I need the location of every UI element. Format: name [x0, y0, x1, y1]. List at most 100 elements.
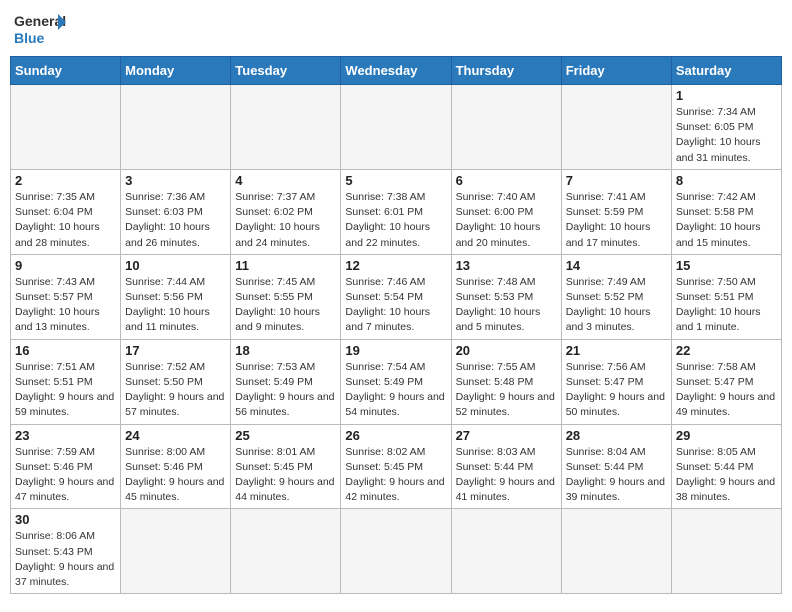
day-info: Sunrise: 8:05 AM Sunset: 5:44 PM Dayligh… — [676, 445, 777, 506]
calendar-day-cell: 22 Sunrise: 7:58 AM Sunset: 5:47 PM Dayli… — [671, 339, 781, 424]
day-number: 30 — [15, 512, 116, 527]
weekday-header-monday: Monday — [121, 57, 231, 85]
calendar-day-cell — [561, 509, 671, 594]
day-info: Sunrise: 7:56 AM Sunset: 5:47 PM Dayligh… — [566, 360, 667, 421]
calendar-day-cell: 12 Sunrise: 7:46 AM Sunset: 5:54 PM Dayli… — [341, 254, 451, 339]
calendar-day-cell: 30 Sunrise: 8:06 AM Sunset: 5:43 PM Dayli… — [11, 509, 121, 594]
day-info: Sunrise: 7:48 AM Sunset: 5:53 PM Dayligh… — [456, 275, 557, 336]
calendar-day-cell: 4Sunrise: 7:37 AM Sunset: 6:02 PM Daylig… — [231, 169, 341, 254]
day-number: 1 — [676, 88, 777, 103]
calendar-day-cell: 10Sunrise: 7:44 AM Sunset: 5:56 PM Dayli… — [121, 254, 231, 339]
day-info: Sunrise: 8:04 AM Sunset: 5:44 PM Dayligh… — [566, 445, 667, 506]
day-number: 25 — [235, 428, 336, 443]
calendar-day-cell: 20Sunrise: 7:55 AM Sunset: 5:48 PM Dayli… — [451, 339, 561, 424]
weekday-header-friday: Friday — [561, 57, 671, 85]
day-number: 20 — [456, 343, 557, 358]
day-number: 9 — [15, 258, 116, 273]
calendar-day-cell — [451, 509, 561, 594]
day-number: 29 — [676, 428, 777, 443]
calendar-day-cell — [671, 509, 781, 594]
day-number: 7 — [566, 173, 667, 188]
calendar-day-cell: 18 Sunrise: 7:53 AM Sunset: 5:49 PM Dayli… — [231, 339, 341, 424]
calendar-week-row: 9 Sunrise: 7:43 AM Sunset: 5:57 PM Daylig… — [11, 254, 782, 339]
weekday-header-thursday: Thursday — [451, 57, 561, 85]
day-number: 10 — [125, 258, 226, 273]
calendar-day-cell: 3 Sunrise: 7:36 AM Sunset: 6:03 PM Daylig… — [121, 169, 231, 254]
day-number: 16 — [15, 343, 116, 358]
calendar-day-cell — [451, 85, 561, 170]
logo: General Blue — [14, 10, 66, 48]
day-number: 5 — [345, 173, 446, 188]
calendar-day-cell: 19Sunrise: 7:54 AM Sunset: 5:49 PM Dayli… — [341, 339, 451, 424]
svg-text:Blue: Blue — [14, 30, 45, 46]
calendar-day-cell — [11, 85, 121, 170]
calendar-day-cell — [121, 509, 231, 594]
day-info: Sunrise: 7:52 AM Sunset: 5:50 PM Dayligh… — [125, 360, 226, 421]
calendar-week-row: 2Sunrise: 7:35 AM Sunset: 6:04 PM Daylig… — [11, 169, 782, 254]
logo-svg: General Blue — [14, 10, 66, 48]
calendar-day-cell: 5 Sunrise: 7:38 AM Sunset: 6:01 PM Daylig… — [341, 169, 451, 254]
day-number: 23 — [15, 428, 116, 443]
day-info: Sunrise: 8:06 AM Sunset: 5:43 PM Dayligh… — [15, 529, 116, 590]
day-number: 2 — [15, 173, 116, 188]
calendar-day-cell — [341, 509, 451, 594]
calendar-day-cell: 14 Sunrise: 7:49 AM Sunset: 5:52 PM Dayli… — [561, 254, 671, 339]
calendar-day-cell: 28Sunrise: 8:04 AM Sunset: 5:44 PM Dayli… — [561, 424, 671, 509]
calendar-day-cell: 16Sunrise: 7:51 AM Sunset: 5:51 PM Dayli… — [11, 339, 121, 424]
calendar-day-cell: 24Sunrise: 8:00 AM Sunset: 5:46 PM Dayli… — [121, 424, 231, 509]
weekday-header-sunday: Sunday — [11, 57, 121, 85]
day-info: Sunrise: 7:36 AM Sunset: 6:03 PM Dayligh… — [125, 190, 226, 251]
day-info: Sunrise: 7:54 AM Sunset: 5:49 PM Dayligh… — [345, 360, 446, 421]
day-number: 12 — [345, 258, 446, 273]
calendar-week-row: 23 Sunrise: 7:59 AM Sunset: 5:46 PM Dayli… — [11, 424, 782, 509]
calendar-day-cell: 7Sunrise: 7:41 AM Sunset: 5:59 PM Daylig… — [561, 169, 671, 254]
calendar-day-cell: 1 Sunrise: 7:34 AM Sunset: 6:05 PM Daylig… — [671, 85, 781, 170]
day-info: Sunrise: 7:45 AM Sunset: 5:55 PM Dayligh… — [235, 275, 336, 336]
calendar-day-cell: 27 Sunrise: 8:03 AM Sunset: 5:44 PM Dayli… — [451, 424, 561, 509]
weekday-header-wednesday: Wednesday — [341, 57, 451, 85]
calendar-day-cell: 6Sunrise: 7:40 AM Sunset: 6:00 PM Daylig… — [451, 169, 561, 254]
day-info: Sunrise: 7:38 AM Sunset: 6:01 PM Dayligh… — [345, 190, 446, 251]
calendar-day-cell — [231, 85, 341, 170]
day-number: 26 — [345, 428, 446, 443]
day-info: Sunrise: 7:58 AM Sunset: 5:47 PM Dayligh… — [676, 360, 777, 421]
calendar-day-cell: 8Sunrise: 7:42 AM Sunset: 5:58 PM Daylig… — [671, 169, 781, 254]
calendar-day-cell — [341, 85, 451, 170]
day-number: 24 — [125, 428, 226, 443]
day-info: Sunrise: 7:34 AM Sunset: 6:05 PM Dayligh… — [676, 105, 777, 166]
calendar-day-cell: 17 Sunrise: 7:52 AM Sunset: 5:50 PM Dayli… — [121, 339, 231, 424]
day-number: 21 — [566, 343, 667, 358]
day-info: Sunrise: 7:43 AM Sunset: 5:57 PM Dayligh… — [15, 275, 116, 336]
calendar-week-row: 30 Sunrise: 8:06 AM Sunset: 5:43 PM Dayli… — [11, 509, 782, 594]
calendar-day-cell: 15 Sunrise: 7:50 AM Sunset: 5:51 PM Dayli… — [671, 254, 781, 339]
day-info: Sunrise: 8:03 AM Sunset: 5:44 PM Dayligh… — [456, 445, 557, 506]
day-number: 18 — [235, 343, 336, 358]
page-header: General Blue — [10, 10, 782, 48]
day-number: 3 — [125, 173, 226, 188]
day-info: Sunrise: 7:53 AM Sunset: 5:49 PM Dayligh… — [235, 360, 336, 421]
calendar-week-row: 1 Sunrise: 7:34 AM Sunset: 6:05 PM Daylig… — [11, 85, 782, 170]
day-number: 6 — [456, 173, 557, 188]
day-info: Sunrise: 7:59 AM Sunset: 5:46 PM Dayligh… — [15, 445, 116, 506]
day-info: Sunrise: 7:49 AM Sunset: 5:52 PM Dayligh… — [566, 275, 667, 336]
calendar-day-cell: 29 Sunrise: 8:05 AM Sunset: 5:44 PM Dayli… — [671, 424, 781, 509]
day-number: 11 — [235, 258, 336, 273]
calendar-day-cell: 13 Sunrise: 7:48 AM Sunset: 5:53 PM Dayli… — [451, 254, 561, 339]
calendar-day-cell: 26Sunrise: 8:02 AM Sunset: 5:45 PM Dayli… — [341, 424, 451, 509]
calendar-day-cell — [561, 85, 671, 170]
day-number: 8 — [676, 173, 777, 188]
calendar-day-cell: 9 Sunrise: 7:43 AM Sunset: 5:57 PM Daylig… — [11, 254, 121, 339]
weekday-header-row: SundayMondayTuesdayWednesdayThursdayFrid… — [11, 57, 782, 85]
day-number: 22 — [676, 343, 777, 358]
day-number: 13 — [456, 258, 557, 273]
calendar-day-cell: 25Sunrise: 8:01 AM Sunset: 5:45 PM Dayli… — [231, 424, 341, 509]
calendar-day-cell — [231, 509, 341, 594]
day-info: Sunrise: 7:46 AM Sunset: 5:54 PM Dayligh… — [345, 275, 446, 336]
day-info: Sunrise: 7:50 AM Sunset: 5:51 PM Dayligh… — [676, 275, 777, 336]
day-number: 14 — [566, 258, 667, 273]
weekday-header-tuesday: Tuesday — [231, 57, 341, 85]
day-number: 15 — [676, 258, 777, 273]
day-number: 17 — [125, 343, 226, 358]
day-number: 27 — [456, 428, 557, 443]
day-info: Sunrise: 7:37 AM Sunset: 6:02 PM Dayligh… — [235, 190, 336, 251]
